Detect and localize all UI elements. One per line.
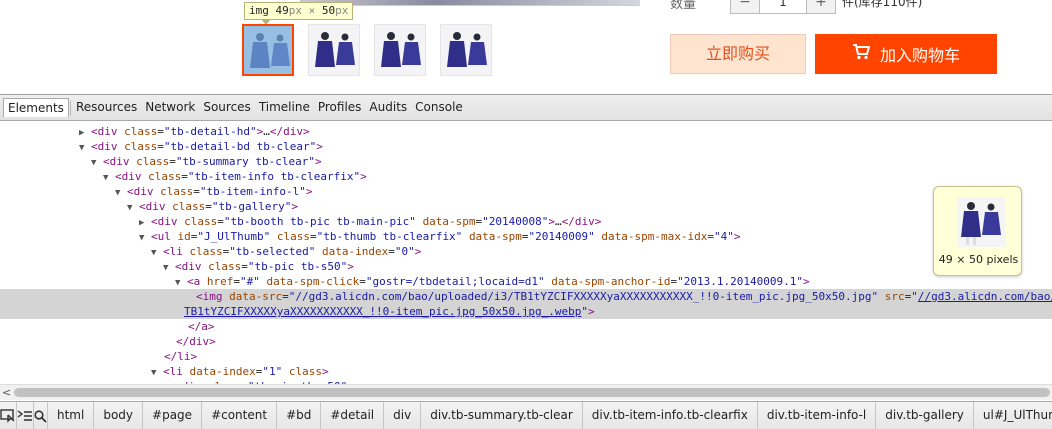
tooltip-width: 49 [275, 4, 289, 17]
dom-node-line[interactable]: ▶ <div class="tb-booth tb-pic tb-main-pic… [0, 214, 1052, 229]
dom-node-line[interactable]: TB1tYZCIFXXXXXyaXXXXXXXXXXX_!!0-item_pic… [0, 304, 1052, 319]
tab-profiles[interactable]: Profiles [314, 98, 366, 117]
quantity-label: 数量 [670, 0, 697, 12]
dom-node-line[interactable]: </a> [0, 319, 1052, 334]
thumbnail-list [242, 24, 506, 76]
tooltip-unit-2: px [335, 4, 349, 17]
dom-node-line[interactable]: ▼ <a href="#" data-spm-click="gostr=/tbde… [0, 274, 1052, 289]
image-preview [957, 197, 1006, 247]
dom-node-line[interactable]: <img data-src="//gd3.alicdn.com/bao/uplo… [0, 289, 1052, 304]
buy-now-button[interactable]: 立即购买 [670, 34, 806, 74]
quantity-plus-button[interactable]: + [807, 0, 835, 13]
dom-node-line[interactable]: ▼ <div class="tb-detail-bd tb-clear"> [0, 139, 1052, 154]
breadcrumb-item[interactable]: #content [202, 402, 278, 429]
cart-icon [852, 44, 871, 64]
tooltip-tag: img [249, 4, 269, 17]
product-page-preview: img 49px × 50px 数量 − 1 + 件(库存110件) 立即购买 … [0, 0, 1052, 94]
dom-tree[interactable]: ▶ <div class="tb-detail-hd">…</div> ▼ <div … [0, 122, 1052, 384]
tooltip-unit: px [288, 4, 302, 17]
dom-node-line[interactable]: ▼ <div class="tb-gallery"> [0, 199, 1052, 214]
breadcrumb-item[interactable]: div [384, 402, 422, 429]
dom-node-line[interactable]: ▼ <li data-index="1" class> [0, 364, 1052, 379]
breadcrumb-item[interactable]: div.tb-summary.tb-clear [421, 402, 583, 429]
search-icon[interactable] [34, 402, 48, 429]
tab-resources[interactable]: Resources [72, 98, 141, 117]
dom-node-line[interactable]: ▼ <div class="tb-summary tb-clear"> [0, 154, 1052, 169]
tab-network[interactable]: Network [141, 98, 199, 117]
breadcrumb-item[interactable]: body [94, 402, 144, 429]
dom-node-line[interactable]: ▼ <ul id="J_UlThumb" class="tb-thumb tb-c… [0, 229, 1052, 244]
tab-console[interactable]: Console [411, 98, 467, 117]
tab-timeline[interactable]: Timeline [255, 98, 314, 117]
quantity-minus-button[interactable]: − [731, 0, 759, 13]
tooltip-height: 50 [321, 4, 336, 17]
scroll-left-icon[interactable]: < [2, 386, 11, 399]
breadcrumb-item[interactable]: div.tb-item-info.tb-clearfix [583, 402, 758, 429]
dom-node-line[interactable]: ▼ <div class="tb-item-info-l"> [0, 184, 1052, 199]
breadcrumb-item[interactable]: #page [143, 402, 203, 429]
devtools-panel: Elements Resources Network Sources Timeline P… [0, 94, 1052, 429]
thumbnail-2[interactable] [374, 24, 426, 76]
tab-sources[interactable]: Sources [199, 98, 254, 117]
tab-audits[interactable]: Audits [365, 98, 411, 117]
image-preview-popover: 49 × 50 pixels [933, 186, 1022, 276]
breadcrumb-item[interactable]: ul#J_UlThumb.tb-thumb.tb-clearfix [974, 402, 1052, 429]
dom-node-line[interactable]: ▼ <div class="tb-item-info tb-clearfix"> [0, 169, 1052, 184]
element-size-tooltip: img 49px × 50px [244, 2, 354, 25]
dom-node-line[interactable]: </div> [0, 334, 1052, 349]
quantity-stepper[interactable]: − 1 + [730, 0, 836, 14]
inspect-element-icon[interactable] [0, 402, 17, 429]
image-preview-caption: 49 × 50 pixels [938, 253, 1019, 266]
breadcrumb-item[interactable]: #detail [321, 402, 385, 429]
tooltip-times: × [308, 4, 316, 17]
thumbnail-1[interactable] [308, 24, 360, 76]
breadcrumb-item[interactable]: div.tb-gallery [876, 402, 974, 429]
breadcrumb-item[interactable]: #bd [277, 402, 322, 429]
thumbnail-3[interactable] [440, 24, 492, 76]
devtools-tabbar: Elements Resources Network Sources Timeline P… [0, 95, 1052, 121]
quantity-input[interactable]: 1 [759, 0, 807, 13]
stock-text: 件(库存110件) [842, 0, 923, 9]
horizontal-scrollbar[interactable]: < [0, 384, 1052, 400]
dom-node-line[interactable]: ▼ <li class="tb-selected" data-index="0"> [0, 244, 1052, 259]
tab-elements[interactable]: Elements [3, 98, 69, 117]
console-drawer-icon[interactable] [17, 402, 34, 429]
dom-node-line[interactable]: ▼<div class="tb-pic tb-s50"> [0, 259, 1052, 274]
scrollbar-thumb[interactable] [14, 388, 1050, 397]
breadcrumb: html body #page #content #bd #detail div div.tb… [0, 401, 1052, 429]
add-to-cart-label: 加入购物车 [879, 46, 960, 65]
dom-node-line[interactable]: </li> [0, 349, 1052, 364]
breadcrumb-item[interactable]: div.tb-item-info-l [758, 402, 877, 429]
breadcrumb-item[interactable]: html [48, 402, 95, 429]
add-to-cart-button[interactable]: 加入购物车 [815, 34, 997, 74]
thumbnail-0[interactable] [242, 24, 294, 76]
dom-node-line[interactable]: ▶ <div class="tb-detail-hd">…</div> [0, 124, 1052, 139]
